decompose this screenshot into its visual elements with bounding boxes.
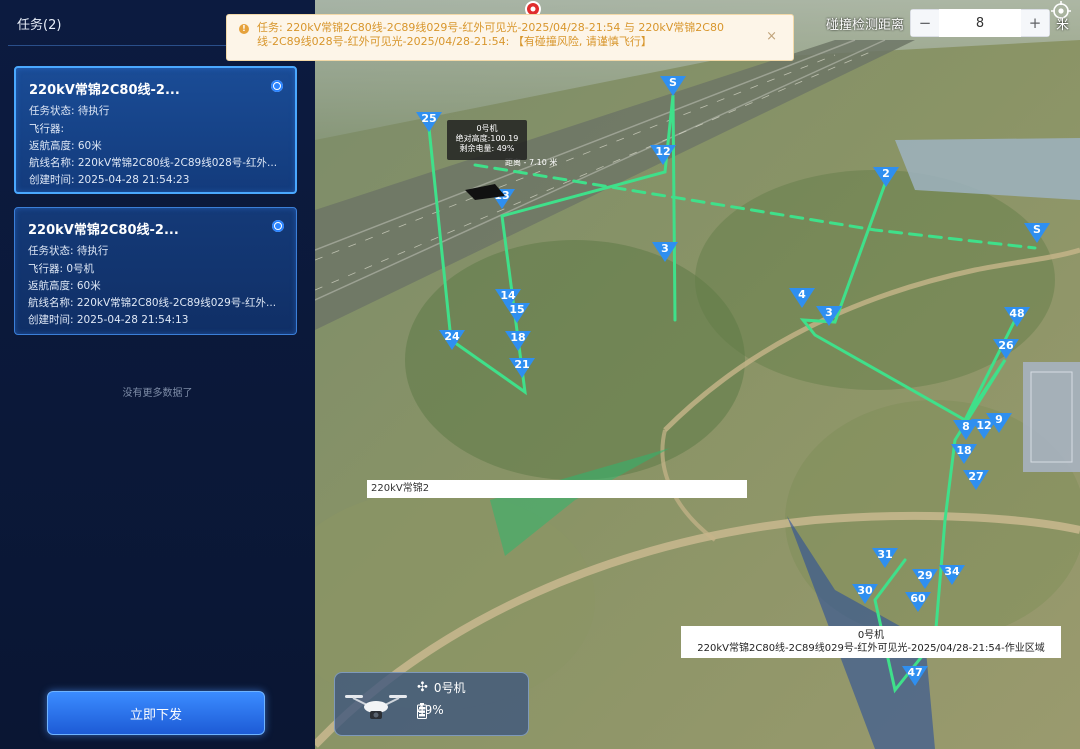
drone-tooltip: 0号机 绝对高度:100.19 剩余电量: 49%: [447, 120, 527, 160]
waypoint-label: 8: [962, 420, 970, 433]
waypoint-label: 3: [825, 306, 833, 319]
task-return-height: 返航高度: 60米: [28, 280, 101, 292]
waypoint-label: 18: [956, 444, 971, 457]
collision-distance-input[interactable]: [939, 9, 1022, 37]
collision-distance-control: 碰撞检测距离 − + 米: [826, 9, 1070, 37]
dispatch-now-button[interactable]: 立即下发: [47, 691, 265, 735]
waypoint-label: 27: [968, 470, 983, 483]
task-aircraft: 飞行器: 0号机: [28, 263, 95, 275]
collision-distance-stepper: − +: [910, 9, 1051, 37]
drone-tooltip-battery: 剩余电量: 49%: [459, 144, 515, 153]
waypoint-label: 9: [995, 413, 1003, 426]
increase-button[interactable]: +: [1021, 10, 1050, 36]
waypoint-label: 18: [510, 331, 525, 344]
waypoint-label: 21: [514, 358, 529, 371]
task-return-height: 返航高度: 60米: [29, 140, 102, 152]
collision-warning-toast: ! 任务: 220kV常锦2C80线-2C89线029号-红外可见光-2025/…: [226, 14, 794, 61]
drone-tooltip-name: 0号机: [476, 124, 498, 133]
waypoint-label: 15: [509, 303, 524, 316]
task-status: 任务状态: 待执行: [29, 105, 110, 117]
warning-text: 任务: 220kV常锦2C80线-2C89线029号-红外可见光-2025/04…: [257, 21, 724, 48]
waypoint-label: 34: [944, 565, 960, 578]
task-select-radio[interactable]: [271, 80, 283, 92]
task-created: 创建时间: 2025-04-28 21:54:23: [29, 174, 190, 186]
task-route: 航线名称: 220kV常锦2C80线-2C89线028号-红外...: [29, 157, 278, 169]
collision-distance-unit: 米: [1056, 17, 1070, 33]
waypoint-label: S: [1033, 223, 1041, 236]
waypoint-label: 14: [500, 289, 516, 302]
close-icon[interactable]: ×: [766, 30, 777, 44]
decrease-button[interactable]: −: [911, 10, 940, 36]
waypoint-label: 31: [877, 548, 892, 561]
task-panel: 任务(2) 220kV常锦2C80线-2... 任务状态: 待执行 飞行器: 返…: [0, 0, 315, 749]
waypoint-label: 12: [655, 145, 670, 158]
battery-icon: [417, 703, 427, 719]
waypoint-label: 30: [857, 584, 873, 597]
drone-name-row: ✣ 0号机: [417, 679, 466, 696]
waypoint-label: 2: [882, 167, 890, 180]
drone-name: 0号机: [433, 681, 466, 695]
task-card[interactable]: 220kV常锦2C80线-2... 任务状态: 待执行 飞行器: 返航高度: 6…: [14, 66, 297, 194]
drone-icon: [345, 695, 407, 719]
task-title: 220kV常锦2C80线-2...: [28, 223, 179, 238]
warning-icon: !: [239, 24, 249, 34]
task-created: 创建时间: 2025-04-28 21:54:13: [28, 314, 189, 326]
work-area-aircraft: 0号机: [857, 630, 885, 641]
drone-status-card[interactable]: ✣ 0号机 49%: [334, 672, 529, 736]
collision-distance-label: 碰撞检测距离: [826, 17, 905, 33]
task-status: 任务状态: 待执行: [28, 245, 109, 257]
waypoint-label: 26: [998, 339, 1014, 352]
waypoint-label: 47: [907, 666, 922, 679]
task-aircraft: 飞行器:: [29, 123, 65, 135]
waypoint-label: 60: [910, 592, 926, 605]
panel-title: 任务(2): [17, 18, 62, 33]
waypoint-label: 48: [1009, 307, 1024, 320]
line-name-label: 220kV常锦2: [367, 480, 747, 498]
waypoint-label: S: [669, 76, 677, 89]
drone-tooltip-altitude: 绝对高度:100.19: [455, 134, 519, 143]
waypoint-label: 24: [444, 330, 460, 343]
task-route: 航线名称: 220kV常锦2C80线-2C89线029号-红外...: [28, 297, 277, 309]
work-area-desc: 220kV常锦2C80线-2C89线029号-红外可见光-2025/04/28-…: [697, 643, 1045, 654]
drone-battery-row: 49%: [417, 703, 444, 719]
fan-icon: ✣: [417, 680, 428, 695]
task-title: 220kV常锦2C80线-2...: [29, 83, 180, 98]
no-more-data: 没有更多数据了: [122, 388, 193, 399]
task-select-radio[interactable]: [272, 220, 284, 232]
waypoint-label: 29: [917, 569, 932, 582]
waypoint-label: 3: [661, 242, 669, 255]
waypoint-label: 25: [421, 112, 436, 125]
waypoint-label: 12: [976, 419, 991, 432]
waypoint-label: 4: [798, 288, 806, 301]
work-area-label: 0号机 220kV常锦2C80线-2C89线029号-红外可见光-2025/04…: [681, 626, 1061, 658]
map-view[interactable]: S 25 12 13 14 15 18 21 24 3 2 S 4 3 48 2…: [315, 0, 1080, 749]
task-card[interactable]: 220kV常锦2C80线-2... 任务状态: 待执行 飞行器: 0号机 返航高…: [14, 207, 297, 335]
divider: [8, 45, 238, 46]
